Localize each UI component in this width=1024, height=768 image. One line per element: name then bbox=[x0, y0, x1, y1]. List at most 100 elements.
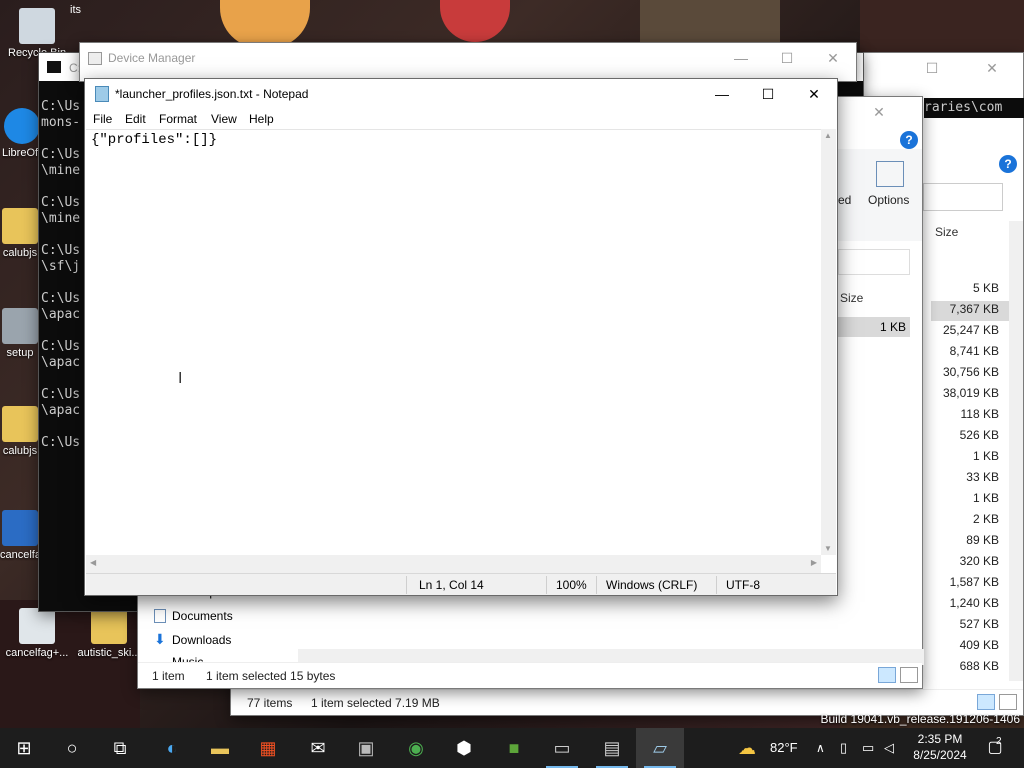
ribbon-label: ed bbox=[838, 193, 852, 207]
details-view-icon[interactable] bbox=[977, 694, 995, 710]
device-manager-taskbar-icon[interactable]: ▣ bbox=[342, 728, 390, 768]
documents-icon bbox=[154, 609, 166, 623]
maximize-button[interactable]: ☐ bbox=[745, 79, 791, 109]
folder-icon bbox=[2, 208, 38, 244]
menu-format[interactable]: Format bbox=[159, 112, 197, 126]
details-view-icon[interactable] bbox=[878, 667, 896, 683]
document-icon bbox=[2, 510, 38, 546]
column-header-size[interactable]: Size bbox=[840, 291, 863, 305]
setup-icon bbox=[2, 308, 38, 344]
status-bar: 1 item 1 item selected 15 bytes bbox=[138, 662, 922, 688]
weather-temperature[interactable]: 82°F bbox=[770, 728, 798, 768]
close-button[interactable]: ✕ bbox=[810, 43, 856, 73]
status-selection: 1 item selected 15 bytes bbox=[206, 669, 336, 683]
chrome-taskbar-icon[interactable]: ◉ bbox=[392, 728, 440, 768]
menu-edit[interactable]: Edit bbox=[125, 112, 146, 126]
scroll-right-icon[interactable]: ▶ bbox=[811, 558, 817, 567]
status-separator bbox=[546, 576, 547, 594]
text-editor[interactable]: {"profiles":[]} I bbox=[86, 129, 821, 555]
scroll-left-icon[interactable]: ◀ bbox=[90, 558, 96, 567]
search-input[interactable] bbox=[838, 249, 910, 275]
desktop-icon-cancelfag-plus[interactable]: cancelfag+... bbox=[2, 608, 72, 659]
build-watermark: Build 19041.vb_release.191206-1406 bbox=[820, 712, 1021, 726]
desktop-icon-libreoffice[interactable]: LibreOffice bbox=[2, 108, 42, 159]
setup-taskbar-icon[interactable]: ▤ bbox=[588, 728, 636, 768]
file-explorer-taskbar-icon[interactable]: ▬ bbox=[196, 728, 244, 768]
help-icon[interactable]: ? bbox=[900, 131, 918, 149]
show-hidden-icons-icon[interactable]: ∧ bbox=[816, 728, 825, 768]
status-separator bbox=[596, 576, 597, 594]
status-encoding: UTF-8 bbox=[726, 578, 760, 592]
menu-view[interactable]: View bbox=[211, 112, 237, 126]
status-separator bbox=[406, 576, 407, 594]
notepad-icon bbox=[95, 86, 109, 102]
row-size: 1 KB bbox=[879, 320, 906, 334]
maximize-button[interactable]: ☐ bbox=[764, 43, 810, 73]
command-prompt-taskbar-icon[interactable]: ▭ bbox=[538, 728, 586, 768]
console-output: C:\Us mons- C:\Us \mine C:\Us \mine C:\U… bbox=[41, 99, 81, 450]
nav-item-documents[interactable]: Documents bbox=[172, 609, 233, 623]
volume-icon[interactable]: ◁ bbox=[884, 728, 894, 768]
wallpaper-art bbox=[640, 0, 780, 46]
scroll-up-icon[interactable]: ▲ bbox=[824, 131, 832, 140]
options-icon[interactable] bbox=[876, 161, 904, 187]
close-button[interactable]: ✕ bbox=[969, 53, 1015, 83]
desktop-icon-setup[interactable]: setup bbox=[0, 308, 40, 359]
status-zoom: 100% bbox=[556, 578, 587, 592]
device-manager-window[interactable]: Device Manager — ☐ ✕ bbox=[79, 42, 857, 82]
minimize-button[interactable]: — bbox=[699, 79, 745, 109]
close-button[interactable]: ✕ bbox=[856, 97, 902, 127]
desktop-icon-calubjs[interactable]: calubjs bbox=[0, 208, 40, 259]
column-header-size[interactable]: Size bbox=[935, 225, 958, 239]
notepad-window[interactable]: *launcher_profiles.json.txt - Notepad — … bbox=[84, 78, 838, 596]
desktop-icon-label: cancelfag+... bbox=[5, 647, 69, 659]
minimize-button[interactable]: — bbox=[718, 43, 764, 73]
search-input[interactable] bbox=[923, 183, 1003, 211]
weather-icon[interactable]: ☁ bbox=[738, 728, 768, 768]
large-icons-view-icon[interactable] bbox=[999, 694, 1017, 710]
status-line-endings: Windows (CRLF) bbox=[606, 578, 698, 592]
search-icon[interactable]: ○ bbox=[48, 728, 96, 768]
menu-file[interactable]: File bbox=[93, 112, 112, 126]
task-view-icon[interactable]: ⧉ bbox=[96, 728, 144, 768]
desktop-icon-label: LibreOffice bbox=[2, 147, 42, 159]
app-taskbar-icon[interactable]: ⬢ bbox=[440, 728, 488, 768]
notepad-titlebar[interactable]: *launcher_profiles.json.txt - Notepad — … bbox=[85, 79, 837, 109]
close-button[interactable]: ✕ bbox=[791, 79, 837, 109]
nav-item-downloads[interactable]: Downloads bbox=[172, 633, 231, 647]
help-icon[interactable]: ? bbox=[999, 155, 1017, 173]
clock-date: 8/25/2024 bbox=[913, 748, 967, 762]
desktop-icon-label: autistic_ski... bbox=[77, 647, 141, 659]
battery-icon[interactable]: ▯ bbox=[840, 728, 847, 768]
scroll-down-icon[interactable]: ▼ bbox=[824, 544, 832, 553]
desktop-icon-calubjs-2[interactable]: calubjs bbox=[0, 406, 40, 457]
mail-taskbar-icon[interactable]: ✉ bbox=[294, 728, 342, 768]
desktop-icon-label: calubjs bbox=[2, 445, 38, 457]
horizontal-scrollbar[interactable]: ◀ ▶ bbox=[86, 555, 821, 573]
notepad-taskbar-icon[interactable]: ▱ bbox=[636, 728, 684, 768]
network-icon[interactable]: ▭ bbox=[862, 728, 874, 768]
folder-icon bbox=[91, 608, 127, 644]
taskbar: ⊞ ○ ⧉ ◐ ▬ ▦ ✉ ▣ ◉ ⬢ ■ ▭ ▤ ▱ ☁ 82°F ∧ ▯ ▭… bbox=[0, 728, 1024, 768]
desktop-icon-cancelfag[interactable]: cancelfag... bbox=[0, 510, 40, 561]
options-button[interactable]: Options bbox=[868, 193, 909, 207]
store-taskbar-icon[interactable]: ▦ bbox=[244, 728, 292, 768]
clock[interactable]: 2:35 PM 8/25/2024 bbox=[910, 728, 970, 768]
maximize-button[interactable]: ☐ bbox=[909, 53, 955, 83]
editor-content[interactable]: {"profiles":[]} bbox=[91, 132, 217, 148]
device-manager-icon bbox=[88, 52, 102, 65]
large-icons-view-icon[interactable] bbox=[900, 667, 918, 683]
libreoffice-taskbar-icon[interactable]: ◐ bbox=[148, 728, 196, 768]
wallpaper-art bbox=[440, 0, 510, 42]
start-button[interactable]: ⊞ bbox=[0, 728, 48, 768]
desktop-icon-label: setup bbox=[6, 347, 34, 359]
selected-row[interactable]: 1 KB bbox=[838, 317, 910, 337]
vertical-scrollbar[interactable] bbox=[1009, 221, 1023, 681]
notifications-icon[interactable]: ▢ bbox=[980, 728, 1010, 768]
minecraft-taskbar-icon[interactable]: ■ bbox=[490, 728, 538, 768]
text-cursor-icon: I bbox=[178, 370, 183, 387]
desktop-icon-autistic-ski[interactable]: autistic_ski... bbox=[74, 608, 144, 659]
vertical-scrollbar[interactable]: ▲ ▼ bbox=[821, 129, 836, 555]
notepad-status-bar: Ln 1, Col 14 100% Windows (CRLF) UTF-8 bbox=[86, 573, 836, 595]
menu-help[interactable]: Help bbox=[249, 112, 274, 126]
